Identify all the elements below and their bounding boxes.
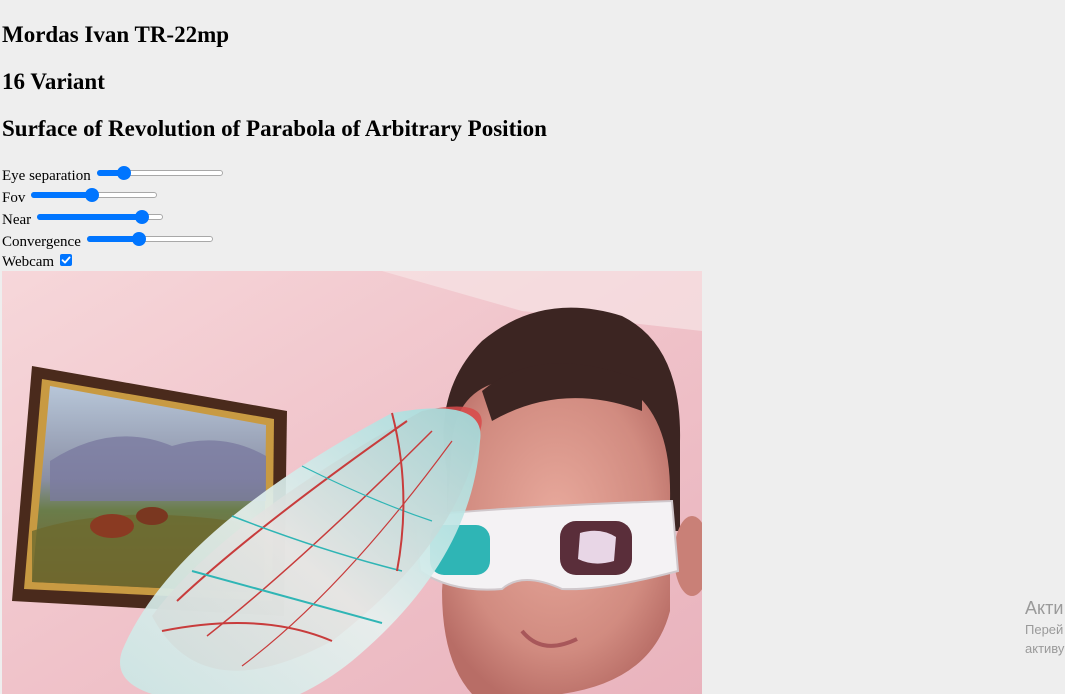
fov-label: Fov	[2, 190, 26, 206]
eye-separation-control: Eye separation	[2, 163, 223, 184]
webcam-control: Webcam	[2, 250, 73, 270]
slider-thumb[interactable]	[117, 166, 132, 180]
slider-fill	[37, 214, 142, 220]
eye-separation-slider[interactable]	[96, 165, 223, 181]
page-title: Surface of Revolution of Parabola of Arb…	[2, 116, 547, 141]
convergence-slider[interactable]	[86, 231, 213, 247]
webcam-scene	[2, 271, 702, 694]
webcam-label: Webcam	[2, 254, 55, 270]
near-control: Near	[2, 207, 164, 228]
watermark-line-1: Акти	[1025, 598, 1064, 618]
webgl-canvas[interactable]	[2, 271, 702, 694]
webcam-checkbox[interactable]	[60, 254, 73, 266]
slider-fill	[31, 192, 92, 198]
windows-activation-watermark: Акти Перей активу	[1025, 596, 1064, 658]
slider-fill	[86, 236, 139, 242]
slider-thumb[interactable]	[131, 232, 146, 246]
fov-slider[interactable]	[31, 187, 158, 203]
slider-thumb[interactable]	[134, 210, 149, 224]
eye-separation-label: Eye separation	[2, 168, 91, 184]
convergence-label: Convergence	[2, 234, 81, 250]
variant-heading: 16 Variant	[2, 69, 105, 94]
slider-thumb[interactable]	[84, 188, 99, 202]
page: Mordas Ivan TR-22mp 16 Variant Surface o…	[0, 0, 1065, 694]
fov-control: Fov	[2, 185, 158, 206]
watermark-line-3: активу	[1025, 641, 1065, 656]
checkmark-icon	[61, 256, 71, 264]
convergence-control: Convergence	[2, 229, 213, 250]
author-heading: Mordas Ivan TR-22mp	[2, 22, 230, 47]
near-slider[interactable]	[37, 209, 164, 225]
near-label: Near	[2, 212, 32, 228]
watermark-line-2: Перей	[1025, 622, 1064, 637]
